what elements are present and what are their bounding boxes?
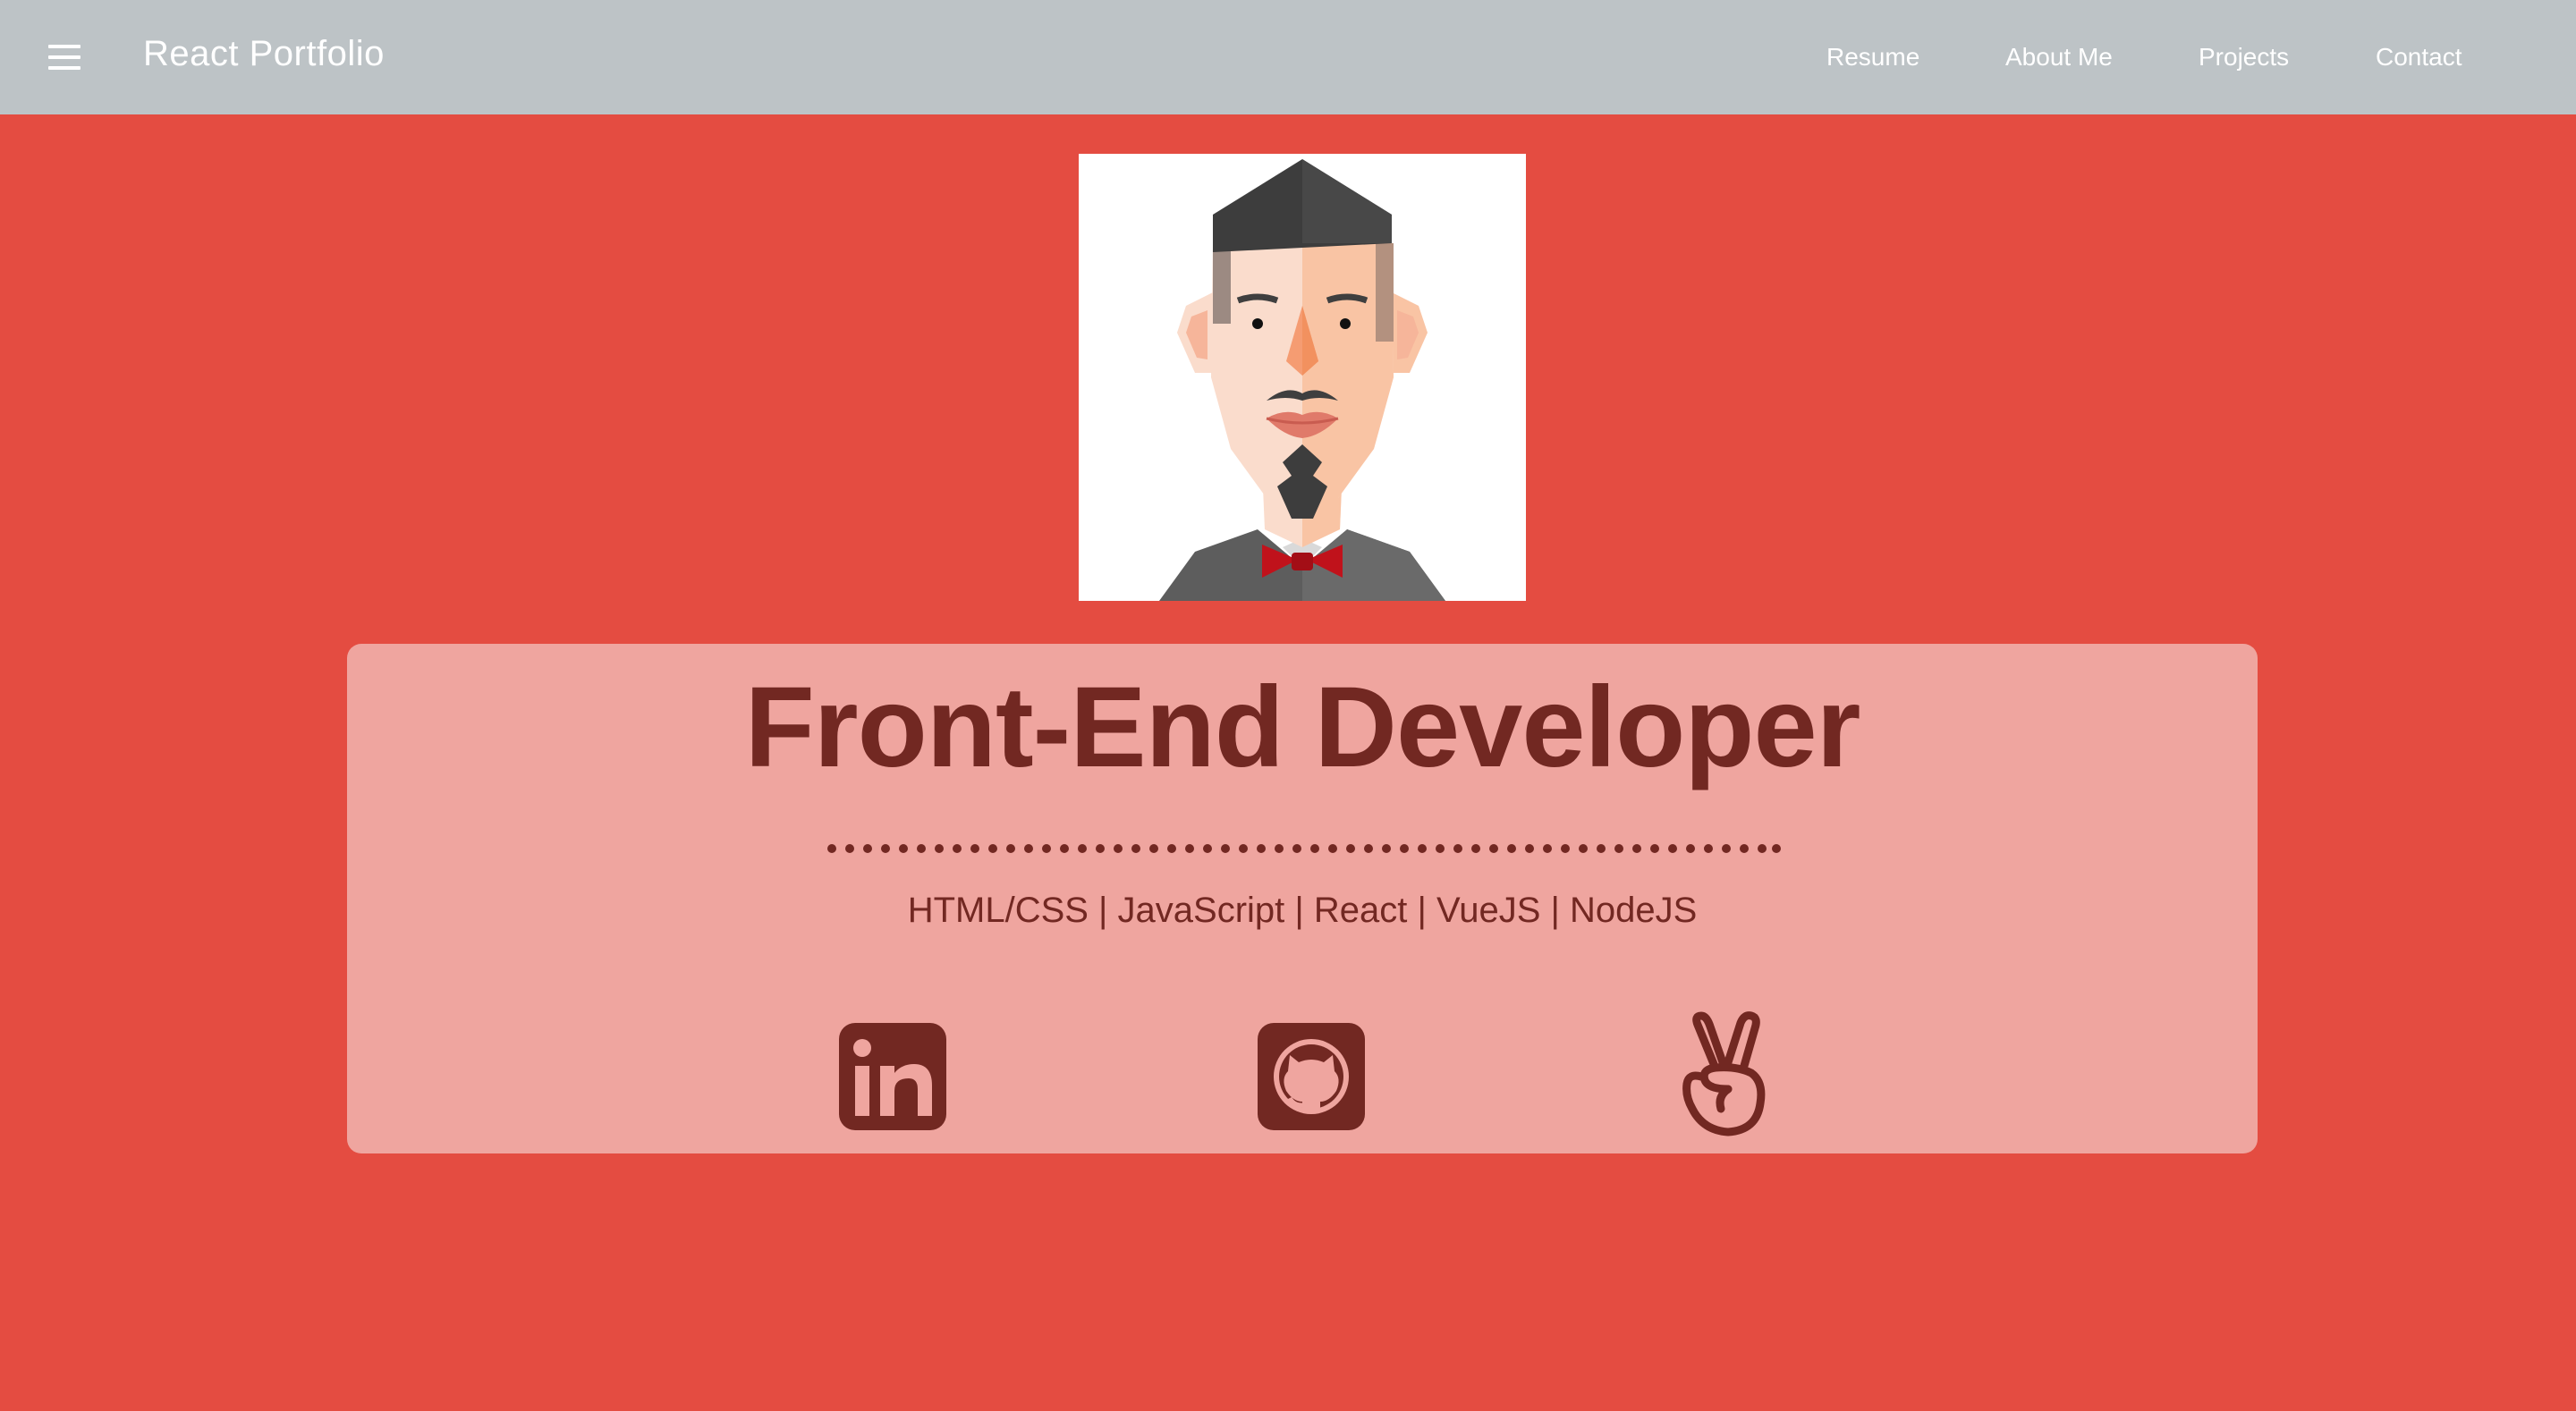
top-app-bar: React Portfolio Resume About Me Projects… bbox=[0, 0, 2576, 114]
avatar bbox=[1079, 154, 1526, 601]
nav-contact[interactable]: Contact bbox=[2376, 43, 2462, 72]
github-icon bbox=[1258, 1023, 1365, 1130]
angellist-icon bbox=[1682, 1011, 1766, 1136]
nav-projects[interactable]: Projects bbox=[2199, 43, 2289, 72]
hero-card: Front-End Developer HTML/CSS | JavaScrip… bbox=[347, 644, 2258, 1153]
angellist-link[interactable] bbox=[1674, 1010, 1773, 1140]
nav-links: Resume About Me Projects Contact bbox=[0, 43, 2576, 79]
dotted-divider bbox=[827, 844, 1781, 853]
linkedin-icon bbox=[839, 1023, 946, 1130]
nav-about-me[interactable]: About Me bbox=[2005, 43, 2113, 72]
nav-resume[interactable]: Resume bbox=[1826, 43, 1919, 72]
github-link[interactable] bbox=[1258, 1023, 1365, 1130]
avatar-illustration bbox=[1159, 159, 1445, 601]
skills-list: HTML/CSS | JavaScript | React | VueJS | … bbox=[907, 891, 1698, 930]
page-title: Front-End Developer bbox=[744, 663, 1861, 791]
linkedin-link[interactable] bbox=[839, 1023, 946, 1130]
